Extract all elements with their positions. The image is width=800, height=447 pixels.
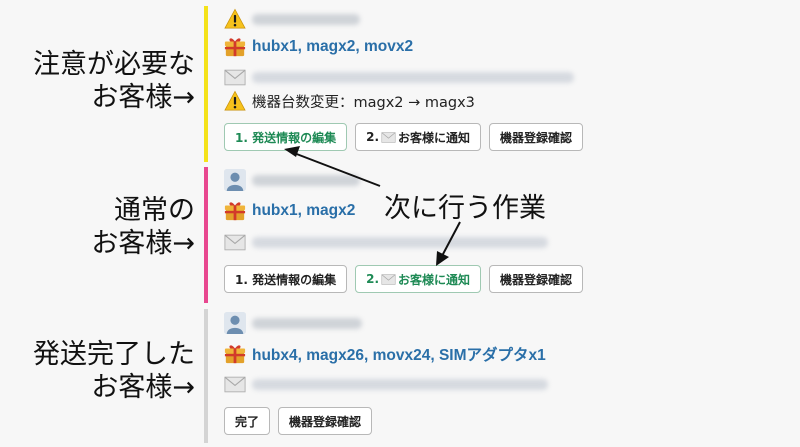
mail-icon: [224, 69, 246, 86]
products-row: hubx4, magx26, movx24, SIMアダプタx1: [224, 343, 546, 365]
device-registration-button[interactable]: 機器登録確認: [489, 265, 584, 293]
person-icon: [224, 169, 246, 191]
email-row: [224, 234, 548, 251]
button-label: 1. 発送情報の編集: [235, 130, 337, 145]
person-icon: [224, 312, 246, 334]
device-registration-button[interactable]: 機器登録確認: [278, 407, 373, 435]
warning-text: 機器台数変更：magx2 → magx3: [252, 94, 475, 111]
products-text: hubx1, magx2: [252, 202, 356, 219]
button-label: 機器登録確認: [500, 130, 573, 145]
next-action-annotation: 次に行う作業: [384, 193, 546, 224]
products-row: hubx1, magx2, movx2: [224, 36, 413, 58]
gift-icon: [224, 200, 246, 222]
side-label-normal: 通常の お客様→: [91, 194, 195, 260]
email-redacted: [252, 237, 548, 248]
notify-customer-button[interactable]: 2. お客様に通知: [355, 123, 482, 151]
status-bar: [204, 309, 208, 443]
customer-name-row: [224, 8, 360, 30]
mail-icon: [381, 274, 396, 285]
mail-icon: [224, 234, 246, 251]
gift-icon: [224, 343, 246, 365]
order-card-shipped: hubx4, magx26, movx24, SIMアダプタx1 完了 機器登録…: [204, 309, 800, 443]
status-bar: [204, 167, 208, 303]
customer-name-row: [224, 312, 362, 334]
side-label-attention: 注意が必要な お客様→: [33, 48, 195, 114]
side-label-line: お客様→: [91, 82, 195, 113]
mail-icon: [381, 132, 396, 143]
button-label: お客様に通知: [398, 130, 471, 145]
customer-name-row: [224, 169, 360, 191]
side-label-line: お客様→: [91, 372, 195, 403]
action-buttons: 1. 発送情報の編集 2. お客様に通知 機器登録確認: [224, 123, 584, 151]
done-button[interactable]: 完了: [224, 407, 271, 435]
status-bar: [204, 6, 208, 162]
warning-icon: [224, 8, 246, 30]
device-registration-button[interactable]: 機器登録確認: [489, 123, 584, 151]
button-label: 機器登録確認: [500, 272, 573, 287]
warning-icon: [224, 90, 246, 112]
side-label-line: お客様→: [91, 228, 195, 259]
email-redacted: [252, 72, 574, 83]
products-text: hubx4, magx26, movx24, SIMアダプタx1: [252, 347, 546, 364]
customer-name-redacted: [252, 317, 362, 329]
button-label-prefix: 2.: [366, 130, 380, 144]
edit-shipping-button[interactable]: 1. 発送情報の編集: [224, 123, 348, 151]
side-label-line: 発送完了した: [33, 339, 195, 370]
button-label: 1. 発送情報の編集: [235, 272, 337, 287]
customer-name-redacted: [252, 174, 360, 186]
gift-icon: [224, 36, 246, 58]
edit-shipping-button[interactable]: 1. 発送情報の編集: [224, 265, 348, 293]
side-label-line: 通常の: [114, 195, 195, 226]
side-label-line: 注意が必要な: [33, 49, 195, 80]
mail-icon: [224, 376, 246, 393]
customer-name-redacted: [252, 13, 360, 25]
notify-customer-button[interactable]: 2. お客様に通知: [355, 265, 482, 293]
button-label-prefix: 2.: [366, 272, 380, 286]
side-label-shipped: 発送完了した お客様→: [33, 338, 195, 404]
email-row: [224, 376, 548, 393]
order-card-attention: hubx1, magx2, movx2 機器台数変更：magx2 → magx3…: [204, 6, 800, 162]
button-label: 機器登録確認: [289, 414, 362, 429]
products-text: hubx1, magx2, movx2: [252, 38, 414, 55]
button-label: 完了: [235, 414, 260, 429]
action-buttons: 1. 発送情報の編集 2. お客様に通知 機器登録確認: [224, 265, 584, 293]
button-label: お客様に通知: [398, 272, 471, 287]
email-row: [224, 69, 574, 86]
email-redacted: [252, 379, 548, 390]
warning-row: 機器台数変更：magx2 → magx3: [224, 90, 475, 112]
products-row: hubx1, magx2: [224, 200, 355, 222]
action-buttons: 完了 機器登録確認: [224, 407, 373, 435]
